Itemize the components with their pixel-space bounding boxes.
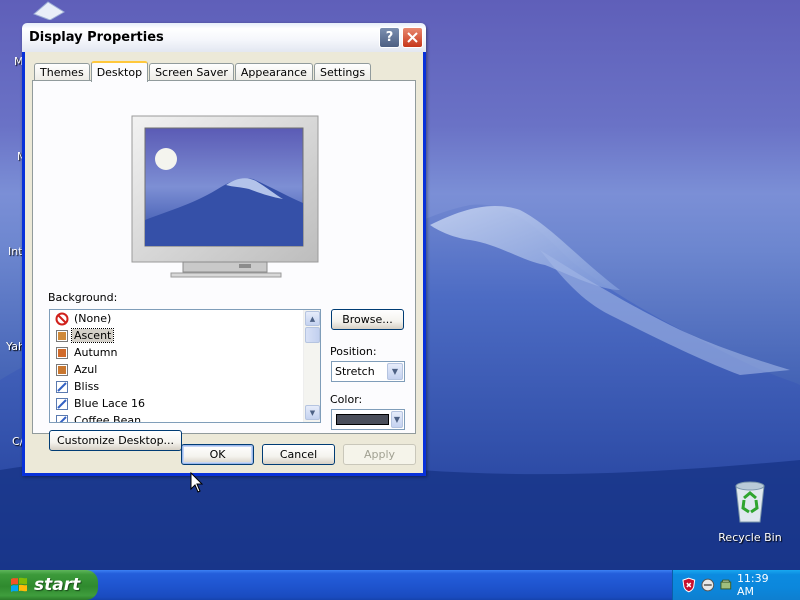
list-item[interactable]: Bliss <box>50 378 304 395</box>
network-icon[interactable] <box>700 577 716 593</box>
tab-appearance[interactable]: Appearance <box>234 63 313 81</box>
list-item[interactable]: (None) <box>50 310 304 327</box>
ok-button[interactable]: OK <box>181 444 254 465</box>
tab-strip: Themes Desktop Screen Saver Appearance S… <box>34 59 372 82</box>
tab-settings[interactable]: Settings <box>313 63 372 81</box>
list-item[interactable]: Ascent <box>50 327 304 344</box>
background-list-scrollbar[interactable]: ▲ ▼ <box>303 310 320 422</box>
close-button[interactable] <box>402 27 423 48</box>
taskbar: start 11:39 AM <box>0 570 800 600</box>
title-bar[interactable]: Display Properties ? <box>22 23 426 52</box>
mouse-cursor-icon <box>190 472 204 493</box>
scroll-thumb[interactable] <box>305 327 320 343</box>
start-button[interactable]: start <box>0 570 98 600</box>
recycle-bin[interactable]: Recycle Bin <box>712 478 788 544</box>
recycle-bin-label: Recycle Bin <box>718 531 782 544</box>
desktop-tab-panel: Background: (None) Ascent Autumn Azul Bl… <box>32 80 416 451</box>
list-item-label: Blue Lace 16 <box>74 397 146 410</box>
bitmap-file-icon <box>56 397 68 410</box>
color-picker-button[interactable]: ▼ <box>331 409 405 430</box>
list-item-label: (None) <box>74 312 112 325</box>
browse-button[interactable]: Browse... <box>331 309 404 330</box>
image-file-icon <box>56 363 68 376</box>
help-button[interactable]: ? <box>379 27 400 48</box>
tab-desktop[interactable]: Desktop <box>90 61 149 82</box>
color-label: Color: <box>330 393 363 406</box>
tab-screen-saver[interactable]: Screen Saver <box>149 63 234 81</box>
apply-button[interactable]: Apply <box>343 444 416 465</box>
position-select[interactable]: Stretch ▼ <box>331 361 405 382</box>
display-properties-window: Display Properties ? Themes Desktop Scre… <box>22 23 426 476</box>
list-item-label: Ascent <box>70 328 115 343</box>
list-item-label: Azul <box>74 363 98 376</box>
system-tray: 11:39 AM <box>672 570 800 600</box>
windows-logo-icon <box>11 577 27 592</box>
scroll-down-button[interactable]: ▼ <box>305 405 320 420</box>
list-item[interactable]: Coffee Bean <box>50 412 304 423</box>
security-shield-icon[interactable] <box>681 577 697 593</box>
list-item[interactable]: Blue Lace 16 <box>50 395 304 412</box>
list-item[interactable]: Azul <box>50 361 304 378</box>
monitor-preview <box>131 115 319 278</box>
background-listbox[interactable]: (None) Ascent Autumn Azul Bliss Blue Lac… <box>49 309 321 423</box>
dialog-client: Themes Desktop Screen Saver Appearance S… <box>25 52 423 473</box>
tab-themes[interactable]: Themes <box>34 63 90 81</box>
image-file-icon <box>56 346 68 359</box>
image-file-icon <box>56 329 68 342</box>
list-item-label: Coffee Bean <box>74 414 142 423</box>
position-label: Position: <box>330 345 377 358</box>
scroll-up-button[interactable]: ▲ <box>305 311 320 326</box>
customize-desktop-button[interactable]: Customize Desktop... <box>49 430 182 451</box>
position-value: Stretch <box>335 365 375 378</box>
start-label: start <box>34 575 81 595</box>
none-icon <box>55 312 69 325</box>
background-label: Background: <box>48 291 118 304</box>
bitmap-file-icon <box>56 380 68 393</box>
close-icon <box>407 32 418 43</box>
list-item-label: Autumn <box>74 346 118 359</box>
recycle-bin-icon <box>735 481 765 523</box>
bitmap-file-icon <box>56 414 68 422</box>
cancel-button[interactable]: Cancel <box>262 444 335 465</box>
list-item-label: Bliss <box>74 380 100 393</box>
list-item[interactable]: Autumn <box>50 344 304 361</box>
safely-remove-hardware-icon[interactable] <box>718 577 734 593</box>
window-title: Display Properties <box>29 30 164 45</box>
chevron-down-icon[interactable]: ▼ <box>391 411 403 428</box>
color-swatch <box>336 414 389 425</box>
background-list: (None) Ascent Autumn Azul Bliss Blue Lac… <box>50 310 304 423</box>
desktop-folder-icon[interactable] <box>30 0 68 20</box>
chevron-down-icon[interactable]: ▼ <box>387 363 403 380</box>
clock[interactable]: 11:39 AM <box>737 572 788 598</box>
